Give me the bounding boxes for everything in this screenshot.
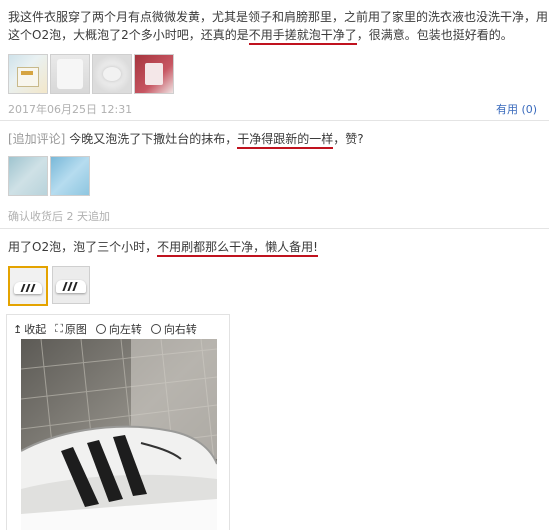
followup-tag: [追加评论] (8, 132, 66, 146)
sneaker-photo[interactable] (21, 339, 217, 530)
expand-icon: ⛶ (55, 322, 63, 335)
review-1-photo-1[interactable] (8, 54, 48, 94)
review-1-line-1: 我这件衣服穿了两个月有点微微发黄，尤其是领子和肩膀那里，之前用了家里的洗衣液也没… (8, 10, 549, 24)
rotate-right-button[interactable]: 向右转 (150, 321, 197, 337)
review-2-highlight: 不用刷都那么干净，懒人备用! (157, 240, 318, 257)
review-1-line-2: 这个O2泡，大概泡了2个多小时吧，还真的是不用手搓就泡干净了，很满意。包装也挺好… (8, 26, 548, 45)
image-viewer: ↥ 收起 ⛶ 原图 向左转 向右转 (6, 314, 230, 530)
collapse-button[interactable]: ↥ 收起 (13, 321, 46, 337)
review-1-date: 2017年06月25日 12:31 (8, 103, 133, 116)
followup-time: 确认收货后 2 天追加 (8, 210, 110, 223)
review-1-highlight: 不用手搓就泡干净了 (248, 28, 357, 45)
review-2-photo-2[interactable] (52, 266, 90, 304)
useful-button[interactable]: 有用 (0) (496, 101, 537, 117)
rotate-left-button[interactable]: 向左转 (95, 321, 142, 337)
followup-highlight: 干净得跟新的一样 (237, 132, 334, 149)
divider (0, 120, 549, 121)
review-1-text: 我这件衣服穿了两个月有点微微发黄，尤其是领子和肩膀那里，之前用了家里的洗衣液也没… (8, 8, 549, 45)
review-1-photo-4[interactable] (134, 54, 174, 94)
original-image-button[interactable]: ⛶ 原图 (55, 321, 87, 337)
review-2-text: 用了O2泡，泡了三个小时，不用刷都那么干净，懒人备用! (8, 238, 318, 257)
rotate-left-icon (95, 324, 106, 334)
rotate-right-icon (150, 324, 161, 334)
review-1-photo-2[interactable] (50, 54, 90, 94)
review-1-photo-3[interactable] (92, 54, 132, 94)
review-2-photo-1[interactable] (8, 266, 48, 306)
followup-text: [追加评论] 今晚又泡洗了下撒灶台的抹布，干净得跟新的一样，赞? (8, 130, 364, 149)
collapse-icon: ↥ (13, 322, 23, 336)
divider (0, 228, 549, 229)
followup-photo-2[interactable] (50, 156, 90, 196)
followup-photo-1[interactable] (8, 156, 48, 196)
image-toolbar: ↥ 收起 ⛶ 原图 向左转 向右转 (13, 321, 223, 337)
